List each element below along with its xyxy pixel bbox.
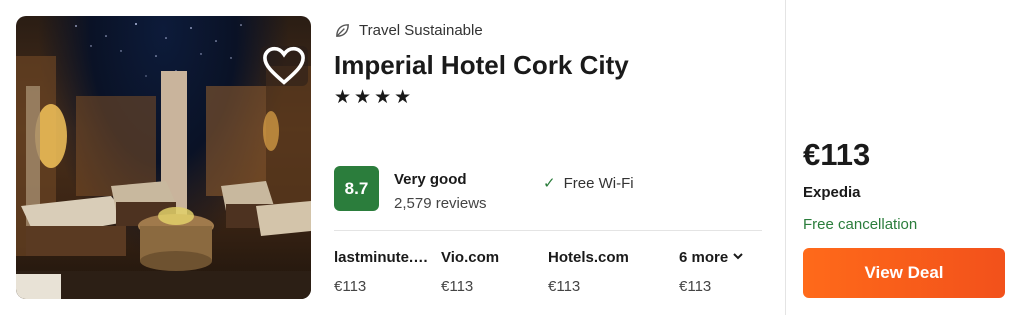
rating-score-badge: 8.7 [334, 166, 379, 211]
provider-price: €113 [441, 278, 474, 295]
provider-offer[interactable]: Vio.com €113 [441, 249, 541, 295]
provider-name: Vio.com [441, 249, 500, 266]
hotel-photo[interactable] [16, 16, 311, 299]
cancellation-policy: Free cancellation [803, 216, 918, 233]
heart-outline-icon [263, 46, 305, 85]
favorite-button[interactable] [260, 46, 308, 86]
more-providers-label: 6 more [679, 249, 779, 266]
provider-name: lastminute.com [334, 249, 434, 266]
review-count[interactable]: 2,579 reviews [394, 195, 487, 212]
hotel-name[interactable]: Imperial Hotel Cork City [334, 50, 629, 81]
sustainability-badge: Travel Sustainable [334, 22, 483, 39]
check-icon: ✓ [543, 175, 556, 192]
provider-offer[interactable]: Hotels.com €113 [548, 249, 648, 295]
provider-price: €113 [548, 278, 581, 295]
amenity-item: ✓ Free Wi-Fi [543, 174, 634, 193]
chevron-down-icon [733, 253, 744, 260]
rating-label: Very good [394, 171, 467, 188]
provider-offer[interactable]: lastminute.com €113 [334, 249, 434, 295]
deal-vendor: Expedia [803, 184, 861, 201]
amenity-label: Free Wi-Fi [563, 174, 634, 192]
sustainability-label: Travel Sustainable [359, 22, 483, 39]
view-deal-button[interactable]: View Deal [803, 248, 1005, 298]
leaf-icon [336, 24, 349, 37]
provider-name: Hotels.com [548, 249, 629, 266]
divider [334, 230, 762, 231]
best-price: €113 [803, 137, 871, 172]
star-rating: ★★★★ [334, 87, 415, 108]
hotel-result-card[interactable]: Travel Sustainable Imperial Hotel Cork C… [0, 0, 1024, 315]
provider-price: €113 [334, 278, 367, 295]
more-providers-price: €113 [679, 278, 712, 295]
more-providers-toggle[interactable]: 6 more €113 [679, 249, 779, 295]
column-divider [785, 0, 786, 315]
more-providers-text: 6 more [679, 249, 729, 266]
